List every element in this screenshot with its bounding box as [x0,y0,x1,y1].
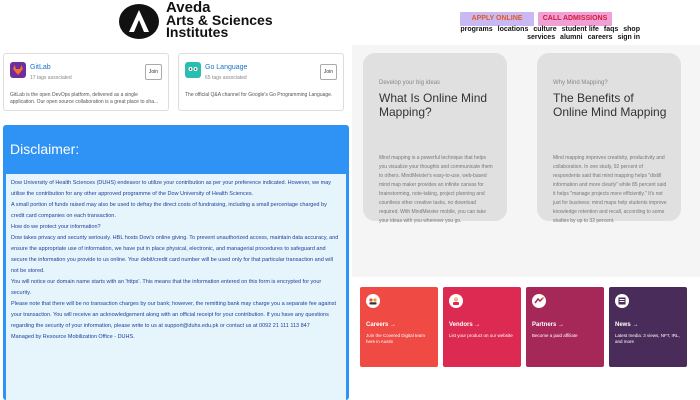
card-body: Mind mapping improves creativity, produc… [553,155,667,224]
nav-link-student-life[interactable]: student life [562,26,599,33]
join-button[interactable]: Join [145,64,162,80]
nav-link-sign-in[interactable]: sign in [617,34,640,41]
tag-description: GitLab is the open DevOps platform, deli… [10,92,159,105]
tile-vendors[interactable]: Vendors → List your product on our websi… [443,287,521,367]
site-header: Aveda Arts & Sciences Institutes APPLY O… [0,0,700,45]
disclaimer-paragraph: Dow takes privacy and security seriously… [11,235,339,274]
tile-description: Join the Covered Digital team here in Au… [366,333,426,344]
tile-description: List your product on our website [449,333,513,338]
tile-title: Vendors → [449,322,481,328]
go-gopher-icon [185,62,201,78]
nav-link-services[interactable]: services [527,34,555,41]
call-admissions-button[interactable]: CALL ADMISSIONS [538,12,612,26]
disclaimer-paragraph: How do we protect your information? [11,224,101,230]
tag-name[interactable]: Go Language [205,64,247,71]
tag-card-gitlab[interactable]: GitLab 17 tags associated Join GitLab is… [3,53,169,111]
main-nav: programs locations culture student life … [440,26,640,42]
card-body: Mind mapping is a powerful technique tha… [379,155,493,224]
brand-name[interactable]: Aveda Arts & Sciences Institutes [166,0,273,39]
disclaimer-box: Disclaimer: Dow University of Health Sci… [3,125,349,400]
tile-title: Careers → [366,322,397,328]
tile-news[interactable]: News → Latest media: 3 views, NFT, IRL, … [609,287,687,367]
left-panel: GitLab 17 tags associated Join GitLab is… [0,45,352,400]
nav-row: services alumni careers sign in [440,34,640,42]
card-heading: The Benefits of Online Mind Mapping [553,91,667,119]
tile-description: Become a paid affiliate [532,333,578,338]
vendor-icon [449,294,463,308]
tag-card-go[interactable]: Go Language 65 tags associated Join The … [178,53,344,111]
nav-link-locations[interactable]: locations [498,26,529,33]
nav-link-careers[interactable]: careers [588,34,613,41]
tile-careers[interactable]: Careers → Join the Covered Digital team … [360,287,438,367]
right-panel: Develop your big ideas What Is Online Mi… [352,45,700,400]
page: { "header": { "brand_line1": "Aveda", "b… [0,0,700,400]
card-heading: What Is Online Mind Mapping? [379,91,488,119]
nav-link-culture[interactable]: culture [533,26,556,33]
card-kicker: Develop your big ideas [379,80,441,86]
disclaimer-paragraph: You will notice our domain name starts w… [11,279,322,296]
mindmap-card-what: Develop your big ideas What Is Online Mi… [363,53,507,224]
news-icon [615,294,629,308]
people-icon [366,294,380,308]
join-button[interactable]: Join [320,64,337,80]
tile-title: Partners → [532,322,565,328]
mindmap-card-benefits: Why Mind Mapping? The Benefits of Online… [537,53,681,224]
card-kicker: Why Mind Mapping? [553,80,608,86]
tile-partners[interactable]: Partners → Become a paid affiliate [526,287,604,367]
disclaimer-paragraph: A small portion of funds raised may also… [11,202,327,219]
tag-description: The official Q&A channel for Google's Go… [185,92,333,98]
apply-online-button[interactable]: APPLY ONLINE [460,12,534,26]
partner-icon [532,294,546,308]
disclaimer-paragraph: Managed by Resource Mobilization Office … [11,334,135,340]
aveda-logo-icon[interactable] [118,3,160,40]
nav-link-faqs[interactable]: faqs [604,26,618,33]
tile-title: News → [615,322,639,328]
tile-description: Latest media: 3 views, NFT, IRL, and mor… [615,333,680,344]
gitlab-icon [10,62,26,78]
disclaimer-body: Dow University of Health Sciences (DUHS)… [6,174,346,400]
disclaimer-paragraph: Dow University of Health Sciences (DUHS)… [11,180,332,197]
tag-name[interactable]: GitLab [30,64,51,71]
nav-link-programs[interactable]: programs [460,26,492,33]
nav-link-shop[interactable]: shop [623,26,640,33]
tag-count: 17 tags associated [30,75,72,81]
tag-count: 65 tags associated [205,75,247,81]
nav-link-alumni[interactable]: alumni [560,34,583,41]
nav-row: programs locations culture student life … [440,26,640,34]
disclaimer-paragraph: Please note that there will be no transa… [11,301,336,329]
disclaimer-title: Disclaimer: [10,141,80,157]
